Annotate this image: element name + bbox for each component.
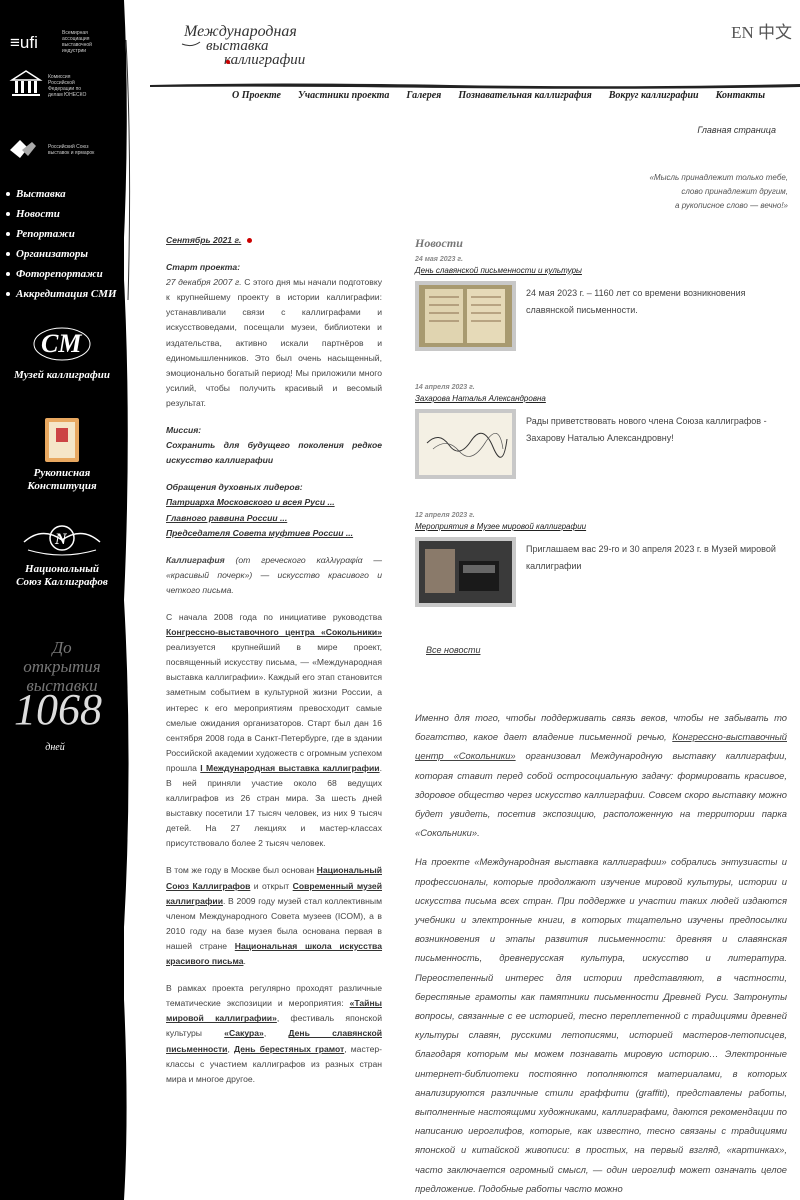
svg-text:CM: CM bbox=[41, 329, 82, 358]
sidebar-nav: Выставка Новости Репортажи Организаторы … bbox=[6, 187, 117, 307]
sakura-link[interactable]: «Сакура» bbox=[224, 1028, 264, 1038]
intro-text: организовал Международную выставку калли… bbox=[415, 750, 787, 839]
exhibition-logo[interactable]: Международная выставка каллиграфии bbox=[180, 18, 320, 70]
nav-contacts[interactable]: Контакты bbox=[716, 90, 765, 101]
news-title-link[interactable]: Захарова Наталья Александровна bbox=[415, 394, 787, 403]
mufti-link[interactable]: Председателя Совета муфтиев России ... bbox=[166, 528, 353, 538]
news-summary: Приглашаем вас 29-го и 30 апреля 2023 г.… bbox=[526, 544, 776, 571]
news-date: 14 апреля 2023 г. bbox=[415, 384, 475, 391]
rsvya-partner-logo[interactable]: Российский Союз выставок и ярмарок bbox=[8, 136, 96, 164]
countdown-unit: дней bbox=[45, 742, 65, 753]
sidebar: ≡ufi Всемирная ассоциация выставочной ин… bbox=[0, 0, 124, 1200]
bullet-icon bbox=[6, 251, 10, 256]
bullet-icon bbox=[6, 211, 10, 216]
bullet-icon bbox=[6, 191, 10, 196]
sidebar-item-photo-reports[interactable]: Фоторепортажи bbox=[6, 267, 117, 280]
unesco-temple-icon bbox=[9, 70, 43, 96]
news-item: 24 мая 2023 г. День славянской письменно… bbox=[415, 256, 787, 351]
bullet-icon bbox=[6, 291, 10, 296]
mission-text: Сохранить для будущего поколения редкое … bbox=[166, 440, 382, 466]
birch-bark-day-link[interactable]: День берестяных грамот bbox=[234, 1044, 344, 1054]
ufi-partner-logo[interactable]: ≡ufi Всемирная ассоциация выставочной ин… bbox=[8, 30, 110, 54]
mission-heading: Миссия: bbox=[166, 425, 202, 436]
svg-text:N: N bbox=[54, 531, 68, 548]
union-label: Национальный Союз Каллиграфов bbox=[16, 563, 108, 588]
top-nav: О Проекте Участники проекта Галерея Позн… bbox=[232, 90, 765, 101]
museum-event-thumbnail[interactable] bbox=[415, 537, 516, 607]
union-crest-icon: N bbox=[23, 525, 101, 556]
events-text: , bbox=[263, 1028, 289, 1039]
museum-label: Музей каллиграфии bbox=[14, 369, 110, 381]
constitution-link[interactable]: Рукописная Конституция bbox=[0, 416, 124, 493]
project-start-heading: Старт проекта: bbox=[166, 262, 241, 273]
museum-monogram-icon: CM bbox=[33, 327, 91, 361]
epigraph-quote: «Мысль принадлежит только тебе, слово пр… bbox=[649, 173, 788, 210]
svg-text:каллиграфии: каллиграфии bbox=[224, 52, 305, 68]
museum-link[interactable]: CM Музей каллиграфии bbox=[0, 322, 124, 381]
first-exhibition-link[interactable]: I Международная выставка каллиграфии bbox=[200, 763, 379, 773]
bullet-icon bbox=[6, 271, 10, 276]
history-text: . В ней приняли участие около 68 ведущих… bbox=[166, 762, 382, 849]
all-news-link[interactable]: Все новости bbox=[426, 645, 480, 655]
leaders-heading: Обращения духовных лидеров: bbox=[166, 482, 303, 493]
nav-participants[interactable]: Участники проекта bbox=[298, 90, 389, 101]
union-text: и открыт bbox=[250, 880, 293, 891]
sidebar-item-exhibition[interactable]: Выставка bbox=[6, 187, 117, 200]
nav-educational-calligraphy[interactable]: Познавательная каллиграфия bbox=[458, 90, 591, 101]
unesco-partner-label: Комиссия Российской Федерации по делам Ю… bbox=[48, 74, 87, 98]
breadcrumb[interactable]: Главная страница bbox=[697, 125, 776, 135]
project-start-text: С этого дня мы начали подготовку к крупн… bbox=[166, 277, 382, 408]
countdown-value: 1068 bbox=[14, 685, 102, 734]
svg-text:≡ufi: ≡ufi bbox=[10, 33, 38, 52]
ufi-partner-label: Всемирная ассоциация выставочной индустр… bbox=[62, 30, 92, 54]
rsvya-partner-label: Российский Союз выставок и ярмарок bbox=[48, 144, 95, 156]
history-text: С начала 2008 года по инициативе руковод… bbox=[166, 611, 382, 622]
sidebar-item-organizers[interactable]: Организаторы bbox=[6, 247, 117, 260]
unesco-partner-logo[interactable]: Комиссия Российской Федерации по делам Ю… bbox=[8, 68, 96, 104]
calligraphy-thumbnail[interactable] bbox=[415, 409, 516, 479]
news-heading: Новости bbox=[415, 236, 463, 250]
about-exhibition-text: Именно для того, чтобы поддерживать связ… bbox=[415, 708, 787, 1200]
project-start-date: 27 декабря 2007 г. bbox=[166, 277, 242, 288]
union-text: В том же году в Москве был основан bbox=[166, 865, 317, 876]
brush-edge-decoration bbox=[118, 0, 131, 1200]
project-info-column: Сентябрь 2021 г. Старт проекта: 27 декаб… bbox=[166, 233, 382, 1099]
sidebar-item-press-accreditation[interactable]: Аккредитация СМИ bbox=[6, 287, 117, 300]
nav-about[interactable]: О Проекте bbox=[232, 90, 281, 101]
history-text: реализуется крупнейший в мире проект, по… bbox=[166, 642, 382, 773]
union-text: . bbox=[243, 956, 246, 967]
lang-zh-link[interactable]: 中文 bbox=[758, 23, 792, 42]
calligraphers-union-link[interactable]: N Национальный Союз Каллиграфов bbox=[0, 518, 124, 589]
lang-en-link[interactable]: EN bbox=[731, 23, 754, 42]
constitution-book-icon bbox=[45, 418, 79, 462]
rsvya-emblem-icon bbox=[10, 140, 36, 158]
news-item: 12 апреля 2023 г. Мероприятия в Музее ми… bbox=[415, 512, 787, 607]
bullet-icon bbox=[6, 231, 10, 236]
sidebar-item-reports[interactable]: Репортажи bbox=[6, 227, 117, 240]
language-switcher: EN 中文 bbox=[731, 18, 792, 43]
news-title-link[interactable]: День славянской письменности и культуры bbox=[415, 266, 787, 275]
news-date: 12 апреля 2023 г. bbox=[415, 512, 475, 519]
ufi-logo-icon: ≡ufi bbox=[10, 33, 38, 52]
manuscript-thumbnail[interactable] bbox=[415, 281, 516, 351]
news-summary: 24 мая 2023 г. – 1160 лет со времени воз… bbox=[526, 288, 746, 315]
calligraphy-term: Каллиграфия bbox=[166, 554, 225, 565]
month-link[interactable]: Сентябрь 2021 г. bbox=[166, 235, 241, 245]
sokolniki-link[interactable]: Конгрессно-выставочного центра «Сокольни… bbox=[166, 627, 382, 637]
rabbi-link[interactable]: Главного раввина России ... bbox=[166, 513, 287, 523]
nav-gallery[interactable]: Галерея bbox=[406, 90, 441, 101]
nav-around-calligraphy[interactable]: Вокруг каллиграфии bbox=[609, 90, 699, 101]
patriarch-link[interactable]: Патриарха Московского и всея Руси ... bbox=[166, 497, 335, 507]
news-item: 14 апреля 2023 г. Захарова Наталья Алекс… bbox=[415, 384, 787, 479]
brush-stroke-divider bbox=[150, 83, 800, 89]
constitution-label: Рукописная Конституция bbox=[27, 467, 97, 492]
red-dot-icon bbox=[247, 238, 253, 244]
news-summary: Рады приветствовать нового члена Союза к… bbox=[526, 416, 767, 443]
sidebar-item-news[interactable]: Новости bbox=[6, 207, 117, 220]
news-date: 24 мая 2023 г. bbox=[415, 256, 463, 263]
project-description: На проекте «Международная выставка калли… bbox=[415, 856, 787, 1194]
news-title-link[interactable]: Мероприятия в Музее мировой каллиграфии bbox=[415, 522, 787, 531]
